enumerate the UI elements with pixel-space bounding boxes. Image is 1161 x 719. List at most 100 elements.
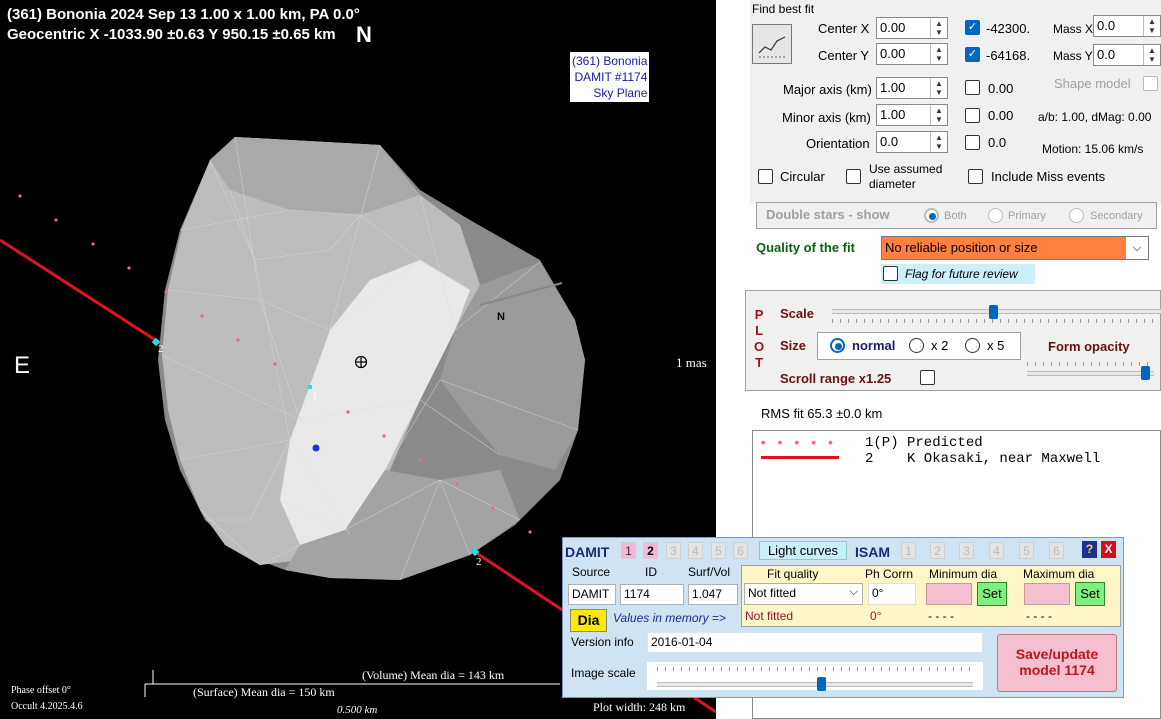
damit-tab-2[interactable]: 2 bbox=[643, 542, 658, 559]
major-axis-spinner[interactable]: 1.00 ▲ ▼ bbox=[876, 77, 948, 99]
fit-quality-dropdown[interactable]: Not fitted ⌵ bbox=[744, 583, 863, 605]
double-both-radio[interactable] bbox=[924, 208, 939, 223]
minor-axis-spinner[interactable]: 1.00 ▲ ▼ bbox=[876, 104, 948, 126]
center-x-spinner[interactable]: 0.00 ▲ ▼ bbox=[876, 17, 948, 39]
fit-quality-label: Fit quality bbox=[767, 567, 819, 581]
double-secondary-radio[interactable] bbox=[1069, 208, 1084, 223]
close-icon[interactable]: X bbox=[1101, 541, 1116, 558]
use-assumed-diameter-checkbox[interactable] bbox=[846, 169, 861, 184]
orientation-label: Orientation bbox=[806, 136, 870, 151]
shape-model-checkbox[interactable] bbox=[1143, 76, 1158, 91]
max-dia-field[interactable] bbox=[1024, 583, 1070, 605]
spinner-arrows-icon[interactable]: ▲ ▼ bbox=[930, 105, 947, 125]
size-x5-label: x 5 bbox=[987, 338, 1005, 353]
isam-tab-6[interactable]: 6 bbox=[1049, 542, 1064, 559]
motion-label: Motion: 15.06 km/s bbox=[1042, 142, 1144, 156]
chevron-down-icon[interactable]: ⌵ bbox=[850, 586, 858, 599]
chord-1-label: 1 bbox=[312, 390, 318, 402]
center-x-checkbox[interactable]: ✓ bbox=[965, 20, 980, 35]
source-field[interactable]: DAMIT bbox=[568, 584, 616, 605]
spinner-arrows-icon[interactable]: ▲ ▼ bbox=[1143, 45, 1160, 65]
quality-value: No reliable position or size bbox=[885, 240, 1038, 255]
chord-1-marker bbox=[308, 385, 312, 389]
damit-tab-1[interactable]: 1 bbox=[621, 542, 636, 559]
spinner-arrows-icon[interactable]: ▲ ▼ bbox=[930, 78, 947, 98]
center-y-spinner[interactable]: 0.00 ▲ ▼ bbox=[876, 43, 948, 65]
orientation-spinner[interactable]: 0.0 ▲ ▼ bbox=[876, 131, 948, 153]
north-label: N bbox=[356, 22, 372, 47]
scale-slider-thumb[interactable] bbox=[988, 305, 998, 319]
minor-axis-value[interactable]: 1.00 bbox=[877, 105, 930, 125]
major-axis-value[interactable]: 1.00 bbox=[877, 78, 930, 98]
size-normal-radio[interactable] bbox=[830, 338, 845, 353]
double-stars-label: Double stars - show bbox=[766, 207, 890, 222]
flag-review-row: Flag for future review bbox=[881, 264, 1035, 284]
double-both-label: Both bbox=[944, 210, 967, 222]
center-x-value[interactable]: 0.00 bbox=[877, 18, 930, 38]
mass-x-spinner[interactable]: 0.0 ▲ ▼ bbox=[1093, 15, 1161, 37]
major-axis-fitted: 0.00 bbox=[988, 81, 1014, 96]
isam-tab-5[interactable]: 5 bbox=[1019, 542, 1034, 559]
spinner-arrows-icon[interactable]: ▲ ▼ bbox=[930, 18, 947, 38]
scroll-range-label: Scroll range x1.25 bbox=[780, 371, 892, 386]
circular-checkbox[interactable] bbox=[758, 169, 773, 184]
damit-tab-6[interactable]: 6 bbox=[733, 542, 748, 559]
isam-tab-1[interactable]: 1 bbox=[901, 542, 916, 559]
isam-tab-2[interactable]: 2 bbox=[930, 542, 945, 559]
use-assumed-diameter-label: Use assumed diameter bbox=[869, 162, 942, 192]
light-curves-button[interactable]: Light curves bbox=[759, 541, 847, 560]
mass-y-spinner[interactable]: 0.0 ▲ ▼ bbox=[1093, 44, 1161, 66]
set-min-dia-button[interactable]: Set bbox=[977, 582, 1007, 606]
orientation-value[interactable]: 0.0 bbox=[877, 132, 930, 152]
damit-title: DAMIT bbox=[565, 544, 610, 560]
version-info-field[interactable]: 2016-01-04 bbox=[647, 632, 983, 653]
form-opacity-slider[interactable] bbox=[1027, 371, 1154, 376]
minor-axis-checkbox[interactable] bbox=[965, 108, 980, 123]
mass-x-value[interactable]: 0.0 bbox=[1094, 16, 1143, 36]
size-x5-radio[interactable] bbox=[965, 338, 980, 353]
quality-dropdown[interactable]: No reliable position or size ⌵ bbox=[881, 236, 1149, 260]
orientation-checkbox[interactable] bbox=[965, 135, 980, 150]
include-miss-checkbox[interactable] bbox=[968, 169, 983, 184]
double-primary-radio[interactable] bbox=[988, 208, 1003, 223]
center-y-checkbox[interactable]: ✓ bbox=[965, 47, 980, 62]
mass-y-value[interactable]: 0.0 bbox=[1094, 45, 1143, 65]
form-opacity-label: Form opacity bbox=[1048, 339, 1130, 354]
spinner-arrows-icon[interactable]: ▲ ▼ bbox=[930, 44, 947, 64]
isam-tab-3[interactable]: 3 bbox=[959, 542, 974, 559]
id-field[interactable]: 1174 bbox=[620, 584, 684, 605]
flag-review-checkbox[interactable] bbox=[883, 266, 898, 281]
spinner-arrows-icon[interactable]: ▲ ▼ bbox=[930, 132, 947, 152]
max-dia-memory: - - - - bbox=[1026, 609, 1052, 623]
image-scale-slider[interactable] bbox=[657, 682, 973, 687]
set-max-dia-button[interactable]: Set bbox=[1075, 582, 1105, 606]
form-opacity-thumb[interactable] bbox=[1141, 366, 1151, 380]
size-x2-label: x 2 bbox=[931, 338, 949, 353]
predicted-center-dot bbox=[312, 444, 320, 452]
center-y-value[interactable]: 0.00 bbox=[877, 44, 930, 64]
chord-2-start-label: 2 bbox=[158, 343, 164, 355]
save-update-model-button[interactable]: Save/update model 1174 bbox=[997, 634, 1117, 692]
help-icon[interactable]: ? bbox=[1082, 541, 1097, 558]
values-in-memory-label: Values in memory => bbox=[613, 611, 726, 625]
fit-quality-value: Not fitted bbox=[748, 586, 797, 600]
observed-chord-marker bbox=[761, 456, 839, 459]
scroll-range-checkbox[interactable] bbox=[920, 370, 935, 385]
major-axis-checkbox[interactable] bbox=[965, 80, 980, 95]
find-best-fit-button[interactable] bbox=[752, 24, 792, 64]
damit-tab-3[interactable]: 3 bbox=[666, 542, 681, 559]
surfvol-field[interactable]: 1.047 bbox=[688, 584, 738, 605]
spinner-arrows-icon[interactable]: ▲ ▼ bbox=[1143, 16, 1160, 36]
info-plane: Sky Plane bbox=[593, 86, 648, 100]
isam-tab-4[interactable]: 4 bbox=[989, 542, 1004, 559]
size-x2-radio[interactable] bbox=[909, 338, 924, 353]
chevron-down-icon[interactable]: ⌵ bbox=[1126, 237, 1148, 259]
chord-2-end-label: 2 bbox=[476, 556, 482, 568]
min-dia-field[interactable] bbox=[926, 583, 972, 605]
damit-tab-5[interactable]: 5 bbox=[711, 542, 726, 559]
damit-tab-4[interactable]: 4 bbox=[688, 542, 703, 559]
image-scale-thumb[interactable] bbox=[816, 677, 826, 691]
ab-dmag-label: a/b: 1.00, dMag: 0.00 bbox=[1038, 110, 1152, 124]
ph-corrn-field[interactable]: 0° bbox=[868, 583, 916, 605]
dia-button[interactable]: Dia bbox=[570, 609, 607, 632]
